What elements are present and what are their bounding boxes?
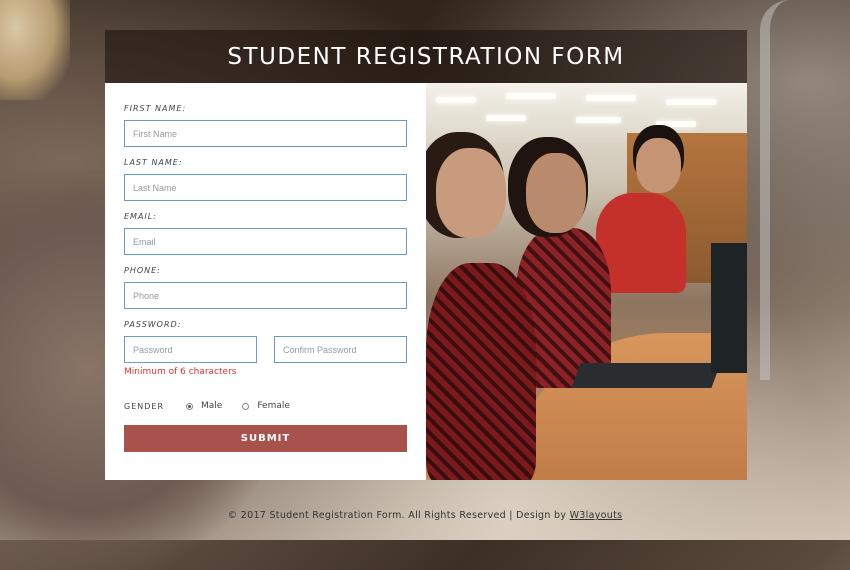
footer-designer-link[interactable]: W3layouts bbox=[570, 510, 623, 521]
password-input[interactable] bbox=[124, 336, 257, 363]
photo-monitor bbox=[711, 243, 747, 373]
students-photo bbox=[426, 83, 747, 480]
gender-label: GENDER bbox=[124, 401, 165, 411]
confirm-password-input[interactable] bbox=[274, 336, 407, 363]
phone-label: PHONE: bbox=[124, 266, 161, 275]
registration-form: FIRST NAME: LAST NAME: EMAIL: PHONE: PAS… bbox=[105, 83, 426, 480]
photo-ceiling-light bbox=[666, 99, 716, 105]
radio-unchecked-icon[interactable] bbox=[242, 402, 250, 410]
photo-ceiling-light bbox=[436, 97, 476, 103]
radio-checked-icon[interactable] bbox=[186, 402, 194, 410]
footer: © 2017 Student Registration Form. All Ri… bbox=[0, 510, 850, 521]
password-hint: Minimum of 6 characters bbox=[124, 367, 237, 377]
photo-ceiling-light bbox=[576, 117, 621, 123]
photo-student-2-head bbox=[526, 153, 586, 233]
photo-ceiling-light bbox=[486, 115, 526, 121]
first-name-label: FIRST NAME: bbox=[124, 104, 187, 113]
submit-button[interactable]: SUBMIT bbox=[124, 425, 407, 452]
gender-option-female[interactable]: Female bbox=[242, 401, 290, 411]
gender-option-male[interactable]: Male bbox=[186, 401, 222, 411]
title-bar: STUDENT REGISTRATION FORM bbox=[105, 30, 747, 83]
email-label: EMAIL: bbox=[124, 212, 157, 221]
last-name-input[interactable] bbox=[124, 174, 407, 201]
photo-ceiling-light bbox=[506, 93, 556, 99]
page-title: STUDENT REGISTRATION FORM bbox=[227, 43, 625, 70]
background-hair bbox=[0, 0, 70, 100]
phone-input[interactable] bbox=[124, 282, 407, 309]
footer-copyright: © 2017 Student Registration Form. All Ri… bbox=[227, 510, 570, 521]
email-input[interactable] bbox=[124, 228, 407, 255]
password-label: PASSWORD: bbox=[124, 320, 182, 329]
photo-student-1 bbox=[426, 263, 536, 480]
gender-group: GENDER Male Female bbox=[124, 399, 310, 413]
photo-ceiling-light bbox=[656, 121, 696, 127]
gender-option-male-label: Male bbox=[201, 401, 223, 411]
photo-student-1-head bbox=[436, 148, 506, 238]
first-name-input[interactable] bbox=[124, 120, 407, 147]
background-lamp bbox=[760, 0, 810, 380]
gender-option-female-label: Female bbox=[257, 401, 290, 411]
photo-keyboard bbox=[571, 363, 721, 388]
last-name-label: LAST NAME: bbox=[124, 158, 183, 167]
photo-student-3-head bbox=[636, 138, 681, 193]
photo-ceiling-light bbox=[586, 95, 636, 101]
